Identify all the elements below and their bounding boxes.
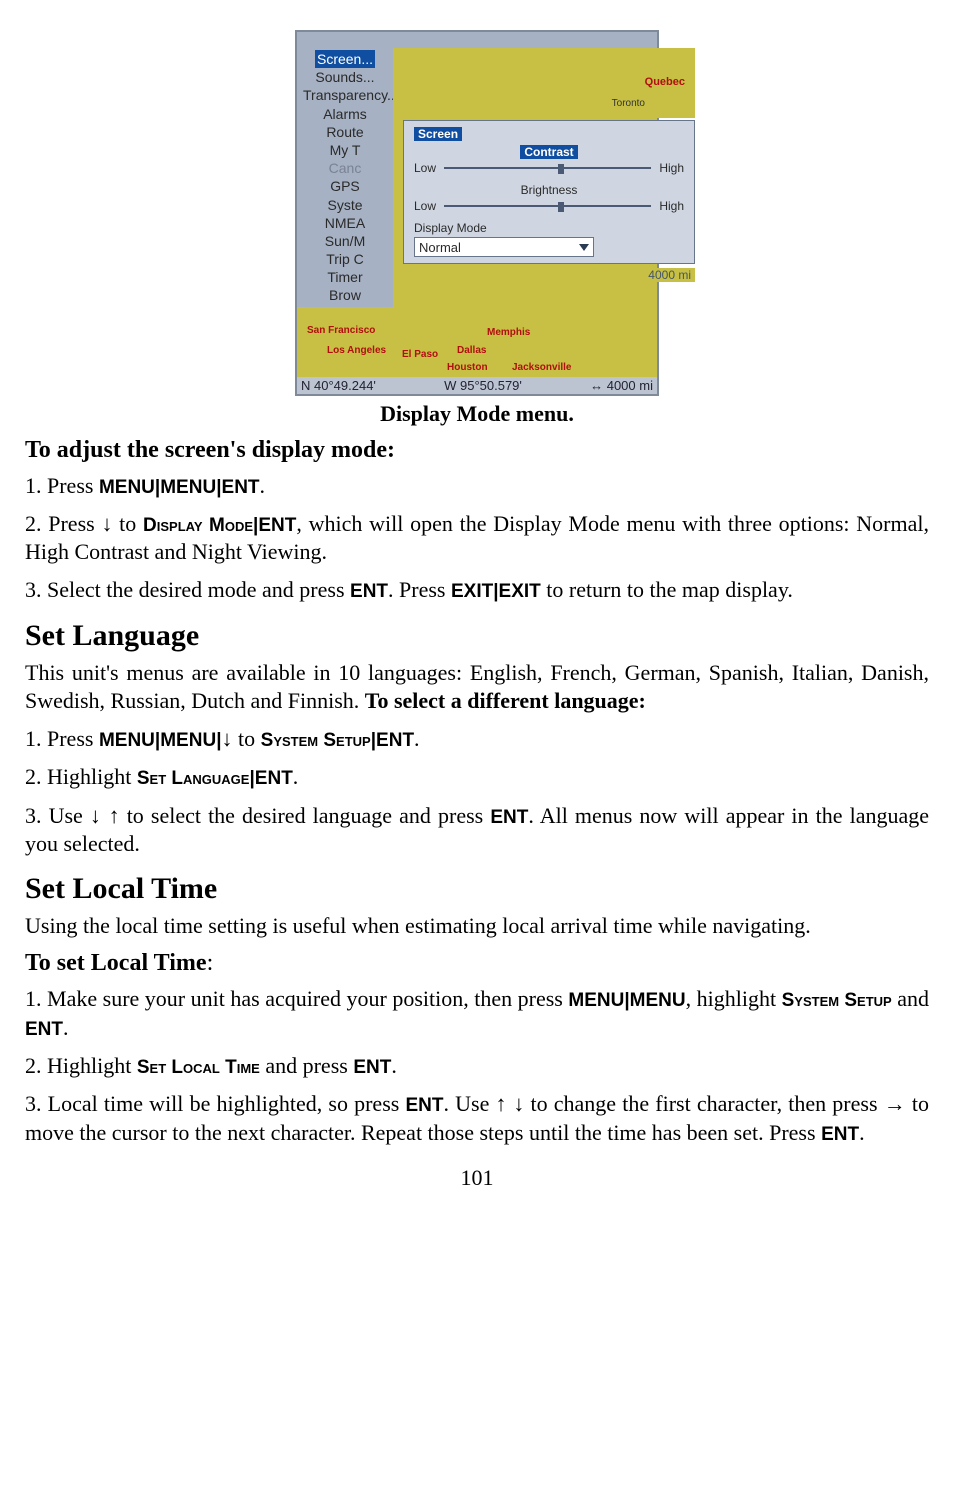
figure-display-mode: Screen... Sounds... Transparency... Alar… bbox=[25, 30, 929, 427]
brightness-high: High bbox=[659, 199, 684, 213]
coord-scale: ↔ 4000 mi bbox=[590, 378, 653, 393]
key-ent: ENT bbox=[490, 807, 528, 828]
step: 3. Select the desired mode and press ENT… bbox=[25, 576, 929, 604]
up-down-arrow-icon: ↑ ↓ bbox=[496, 1091, 525, 1116]
cmd-system-setup: System Setup bbox=[782, 990, 892, 1011]
paragraph: Using the local time setting is useful w… bbox=[25, 912, 929, 940]
key-exit: EXIT bbox=[451, 581, 493, 602]
subheading-set-local-time: To set Local Time: bbox=[25, 950, 929, 977]
key-menu: MENU bbox=[160, 477, 216, 498]
down-arrow-icon: ↓ bbox=[222, 726, 233, 751]
heading-adjust-display: To adjust the screen's display mode: bbox=[25, 437, 929, 464]
step: 3. Local time will be highlighted, so pr… bbox=[25, 1090, 929, 1147]
key-menu: MENU bbox=[568, 990, 624, 1011]
step: 1. Press MENU|MENU|ENT. bbox=[25, 472, 929, 500]
key-exit: EXIT bbox=[499, 581, 541, 602]
map-label: Houston bbox=[447, 362, 488, 373]
menu-item[interactable]: Transparency... bbox=[303, 86, 387, 104]
step: 2. Highlight Set Local Time and press EN… bbox=[25, 1052, 929, 1080]
display-mode-value: Normal bbox=[419, 240, 461, 255]
paragraph: This unit's menus are available in 10 la… bbox=[25, 659, 929, 715]
menu-item[interactable]: NMEA bbox=[303, 214, 387, 232]
overlay-title: Screen bbox=[414, 127, 462, 141]
key-menu: MENU bbox=[99, 477, 155, 498]
brightness-low: Low bbox=[414, 199, 436, 213]
menu-item[interactable]: Route bbox=[303, 123, 387, 141]
menu-item-screen[interactable]: Screen... bbox=[315, 50, 375, 68]
key-ent: ENT bbox=[258, 515, 296, 536]
menu-item[interactable]: My T bbox=[303, 141, 387, 159]
cmd-display-mode: Display Mode bbox=[143, 515, 253, 536]
map-label: Quebec bbox=[645, 76, 685, 88]
contrast-low: Low bbox=[414, 161, 436, 175]
map-label: Los Angeles bbox=[327, 345, 386, 356]
step: 2. Highlight Set Language|ENT. bbox=[25, 763, 929, 791]
step: 1. Press MENU|MENU|↓ to System Setup|ENT… bbox=[25, 725, 929, 753]
coord-lat: N 40°49.244' bbox=[301, 378, 376, 393]
contrast-slider[interactable] bbox=[444, 167, 651, 169]
scale-right: 4000 mi bbox=[393, 268, 695, 282]
title-bar bbox=[297, 32, 657, 48]
figure-caption: Display Mode menu. bbox=[25, 401, 929, 427]
coord-bar: N 40°49.244' W 95°50.579' ↔ 4000 mi bbox=[297, 377, 657, 394]
key-ent: ENT bbox=[25, 1019, 63, 1040]
menu-item[interactable]: GPS bbox=[303, 177, 387, 195]
brightness-slider[interactable] bbox=[444, 205, 651, 207]
key-ent: ENT bbox=[376, 730, 414, 751]
menu-item[interactable]: Canc bbox=[303, 159, 387, 177]
menu-item[interactable]: Sounds... bbox=[303, 68, 387, 86]
cmd-set-language: Set Language bbox=[137, 768, 250, 789]
brightness-label: Brightness bbox=[521, 183, 578, 197]
main-menu: Screen... Sounds... Transparency... Alar… bbox=[297, 48, 393, 307]
map-label: Dallas bbox=[457, 345, 486, 356]
key-ent: ENT bbox=[353, 1057, 391, 1078]
key-menu: MENU bbox=[99, 730, 155, 751]
cmd-set-local-time: Set Local Time bbox=[137, 1057, 260, 1078]
screenshot: Screen... Sounds... Transparency... Alar… bbox=[295, 30, 659, 396]
key-ent: ENT bbox=[222, 477, 260, 498]
key-ent: ENT bbox=[406, 1095, 444, 1116]
key-menu: MENU bbox=[630, 990, 686, 1011]
display-mode-label: Display Mode bbox=[414, 221, 684, 235]
display-mode-dropdown[interactable]: Normal bbox=[414, 237, 594, 257]
down-arrow-icon: ↓ bbox=[101, 511, 112, 536]
cmd-system-setup: System Setup bbox=[261, 730, 371, 751]
map-label: El Paso bbox=[402, 349, 438, 360]
map-label: Jacksonville bbox=[512, 362, 571, 373]
menu-item[interactable]: Alarms bbox=[303, 105, 387, 123]
step: 2. Press ↓ to Display Mode|ENT, which wi… bbox=[25, 510, 929, 566]
menu-item[interactable]: Sun/M bbox=[303, 232, 387, 250]
map-label: Memphis bbox=[487, 327, 530, 338]
menu-item[interactable]: Syste bbox=[303, 196, 387, 214]
right-arrow-icon: → bbox=[884, 1091, 906, 1116]
page-number: 101 bbox=[25, 1165, 929, 1191]
key-ent: ENT bbox=[350, 581, 388, 602]
step: 1. Make sure your unit has acquired your… bbox=[25, 985, 929, 1042]
key-ent: ENT bbox=[255, 768, 293, 789]
map-top: Quebec Toronto bbox=[393, 48, 695, 118]
map-bottom: San Francisco Los Angeles El Paso Dallas… bbox=[297, 307, 657, 377]
map-label: San Francisco bbox=[307, 325, 375, 336]
coord-lon: W 95°50.579' bbox=[444, 378, 522, 393]
down-up-arrow-icon: ↓ ↑ bbox=[90, 803, 120, 828]
heading-set-language: Set Language bbox=[25, 619, 929, 653]
menu-item[interactable]: Brow bbox=[303, 286, 387, 304]
heading-set-local-time: Set Local Time bbox=[25, 872, 929, 906]
menu-item[interactable]: Timer bbox=[303, 268, 387, 286]
chevron-down-icon bbox=[579, 244, 589, 251]
screen-overlay: Screen Contrast Low High Brightness Low … bbox=[403, 120, 695, 264]
key-menu: MENU bbox=[160, 730, 216, 751]
contrast-high: High bbox=[659, 161, 684, 175]
step: 3. Use ↓ ↑ to select the desired languag… bbox=[25, 802, 929, 858]
contrast-label: Contrast bbox=[520, 145, 577, 159]
menu-item[interactable]: Trip C bbox=[303, 250, 387, 268]
map-label: Toronto bbox=[612, 98, 645, 109]
key-ent: ENT bbox=[821, 1124, 859, 1145]
